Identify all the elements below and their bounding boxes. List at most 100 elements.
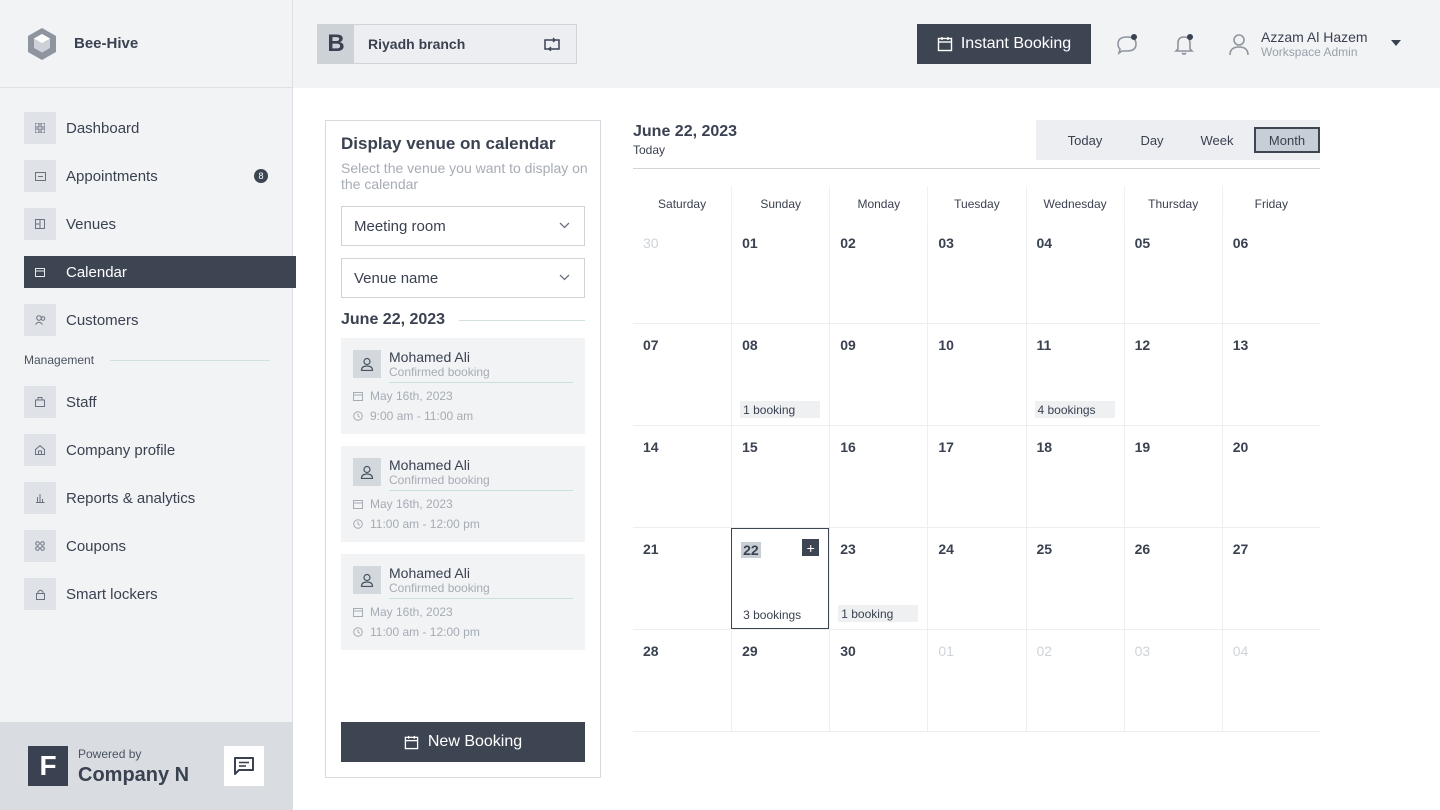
calendar-day-cell[interactable]: 28 — [633, 630, 731, 731]
booking-count-label[interactable]: 1 booking — [838, 605, 919, 622]
notification-bell-icon[interactable] — [1172, 32, 1196, 56]
day-number: 04 — [1036, 235, 1053, 251]
calendar-day-cell[interactable]: 02 — [829, 222, 927, 323]
new-booking-button[interactable]: New Booking — [341, 722, 585, 762]
calendar-day-cell[interactable]: 21 — [633, 528, 731, 629]
calendar-day-cell[interactable]: 06 — [1221, 222, 1320, 323]
day-number: 24 — [938, 541, 954, 557]
calendar-day-cell[interactable]: 17 — [927, 426, 1025, 527]
user-avatar-icon[interactable] — [1228, 32, 1250, 56]
day-number: 06 — [1232, 235, 1249, 251]
calendar-week-row: 14 15 16 17 18 19 20 — [633, 426, 1320, 528]
branch-name: Riyadh branch — [368, 36, 466, 52]
booking-card[interactable]: Mohamed Ali Confirmed booking May 16th, … — [341, 338, 585, 434]
day-number: 01 — [742, 235, 758, 251]
sidebar-item-appointments[interactable]: Appointments 8 — [24, 160, 296, 192]
venue-type-select[interactable]: Meeting room — [341, 206, 585, 246]
calendar-day-cell[interactable]: 02 — [1025, 630, 1124, 731]
booking-divider — [389, 490, 573, 491]
branch-switcher[interactable]: B Riyadh branch — [317, 24, 577, 64]
venue-type-value: Meeting room — [354, 217, 446, 235]
calendar-day-cell[interactable]: 12 — [1123, 324, 1222, 425]
sidebar-item-coupons[interactable]: Coupons — [24, 530, 296, 562]
calendar-day-cell[interactable]: 08 1 booking — [731, 324, 829, 425]
instant-booking-button[interactable]: Instant Booking — [917, 24, 1091, 64]
calendar-day-cell[interactable]: 04 — [1221, 630, 1320, 731]
weekday-header: Tuesday — [927, 186, 1025, 222]
section-label-text: Management — [24, 353, 95, 367]
sidebar-item-customers[interactable]: Customers — [24, 304, 296, 336]
sidebar-item-company-profile[interactable]: Company profile — [24, 434, 296, 466]
calendar-day-cell[interactable]: 16 — [829, 426, 927, 527]
calendar-day-cell-selected[interactable]: 22 +3 bookings — [731, 528, 830, 629]
booking-count-label[interactable]: 3 bookings — [740, 606, 820, 623]
calendar-day-cell[interactable]: 30 — [633, 222, 731, 323]
user-name[interactable]: Azzam Al Hazem — [1261, 29, 1368, 45]
sidebar-item-dashboard[interactable]: Dashboard — [24, 112, 296, 144]
calendar-header-divider — [633, 168, 1320, 169]
day-number: 03 — [1134, 643, 1151, 659]
calendar-day-cell[interactable]: 19 — [1123, 426, 1222, 527]
booking-divider — [389, 382, 573, 383]
day-number: 25 — [1036, 541, 1053, 557]
sidebar-item-staff[interactable]: Staff — [24, 386, 296, 418]
sidebar-item-reports-analytics[interactable]: Reports & analytics — [24, 482, 296, 514]
booking-count-label[interactable]: 1 booking — [740, 401, 821, 418]
booking-customer-name: Mohamed Ali — [389, 457, 470, 473]
calendar-day-cell[interactable]: 26 — [1123, 528, 1222, 629]
calendar-day-cell[interactable]: 15 — [731, 426, 829, 527]
view-day-button[interactable]: Day — [1124, 127, 1180, 153]
venue-name-select[interactable]: Venue name — [341, 258, 585, 298]
messages-icon[interactable] — [1115, 32, 1139, 56]
booking-count-label[interactable]: 4 bookings — [1034, 401, 1115, 418]
calendar-day-cell[interactable]: 27 — [1221, 528, 1320, 629]
view-month-button[interactable]: Month — [1254, 127, 1320, 153]
calendar-day-cell[interactable]: 11 4 bookings — [1025, 324, 1124, 425]
chevron-down-icon — [559, 222, 570, 229]
calendar-day-cell[interactable]: 05 — [1123, 222, 1222, 323]
calendar-day-cell[interactable]: 23 1 booking — [829, 528, 927, 629]
view-week-button[interactable]: Week — [1180, 127, 1254, 153]
booking-date-row: May 16th, 2023 — [353, 497, 453, 511]
day-number: 22 — [741, 542, 761, 558]
add-booking-plus-icon[interactable]: + — [802, 539, 820, 556]
booking-time: 9:00 am - 11:00 am — [370, 409, 474, 423]
calendar-icon — [937, 37, 953, 52]
day-number: 10 — [938, 337, 954, 353]
calendar-day-cell[interactable]: 13 — [1221, 324, 1320, 425]
booking-time-row: 9:00 am - 11:00 am — [353, 409, 473, 423]
calendar-day-cell[interactable]: 03 — [927, 222, 1025, 323]
customer-avatar — [353, 350, 381, 378]
sidebar-item-label: Coupons — [66, 537, 127, 555]
calendar-icon — [353, 608, 363, 617]
day-number: 20 — [1232, 439, 1249, 455]
calendar-day-cell[interactable]: 09 — [829, 324, 927, 425]
switch-icon[interactable] — [544, 37, 560, 51]
user-menu-caret-icon[interactable] — [1391, 40, 1401, 46]
weekday-header: Wednesday — [1025, 186, 1124, 222]
calendar-day-cell[interactable]: 20 — [1221, 426, 1320, 527]
calendar-day-cell[interactable]: 30 — [829, 630, 927, 731]
weekday-header: Saturday — [658, 197, 707, 211]
booking-card[interactable]: Mohamed Ali Confirmed booking May 16th, … — [341, 554, 585, 650]
sidebar-item-smart-lockers[interactable]: Smart lockers — [24, 578, 296, 610]
view-today-button[interactable]: Today — [1046, 127, 1124, 153]
user-icon — [360, 465, 374, 479]
clock-icon — [353, 519, 363, 529]
booking-card[interactable]: Mohamed Ali Confirmed booking May 16th, … — [341, 446, 585, 542]
calendar-day-cell[interactable]: 07 — [633, 324, 731, 425]
calendar-day-cell[interactable]: 24 — [927, 528, 1025, 629]
sidebar-item-calendar[interactable]: Calendar — [24, 256, 296, 288]
calendar-day-cell[interactable]: 03 — [1123, 630, 1222, 731]
calendar-day-cell[interactable]: 01 — [927, 630, 1025, 731]
calendar-day-cell[interactable]: 18 — [1025, 426, 1124, 527]
calendar-day-cell[interactable]: 14 — [633, 426, 731, 527]
chat-button[interactable] — [224, 746, 264, 786]
calendar-day-cell[interactable]: 25 — [1025, 528, 1124, 629]
calendar-day-cell[interactable]: 01 — [731, 222, 829, 323]
brand[interactable]: Bee-Hive — [0, 0, 292, 88]
calendar-day-cell[interactable]: 29 — [731, 630, 829, 731]
sidebar-item-venues[interactable]: Venues — [24, 208, 296, 240]
calendar-day-cell[interactable]: 10 — [927, 324, 1025, 425]
calendar-day-cell[interactable]: 04 — [1025, 222, 1124, 323]
